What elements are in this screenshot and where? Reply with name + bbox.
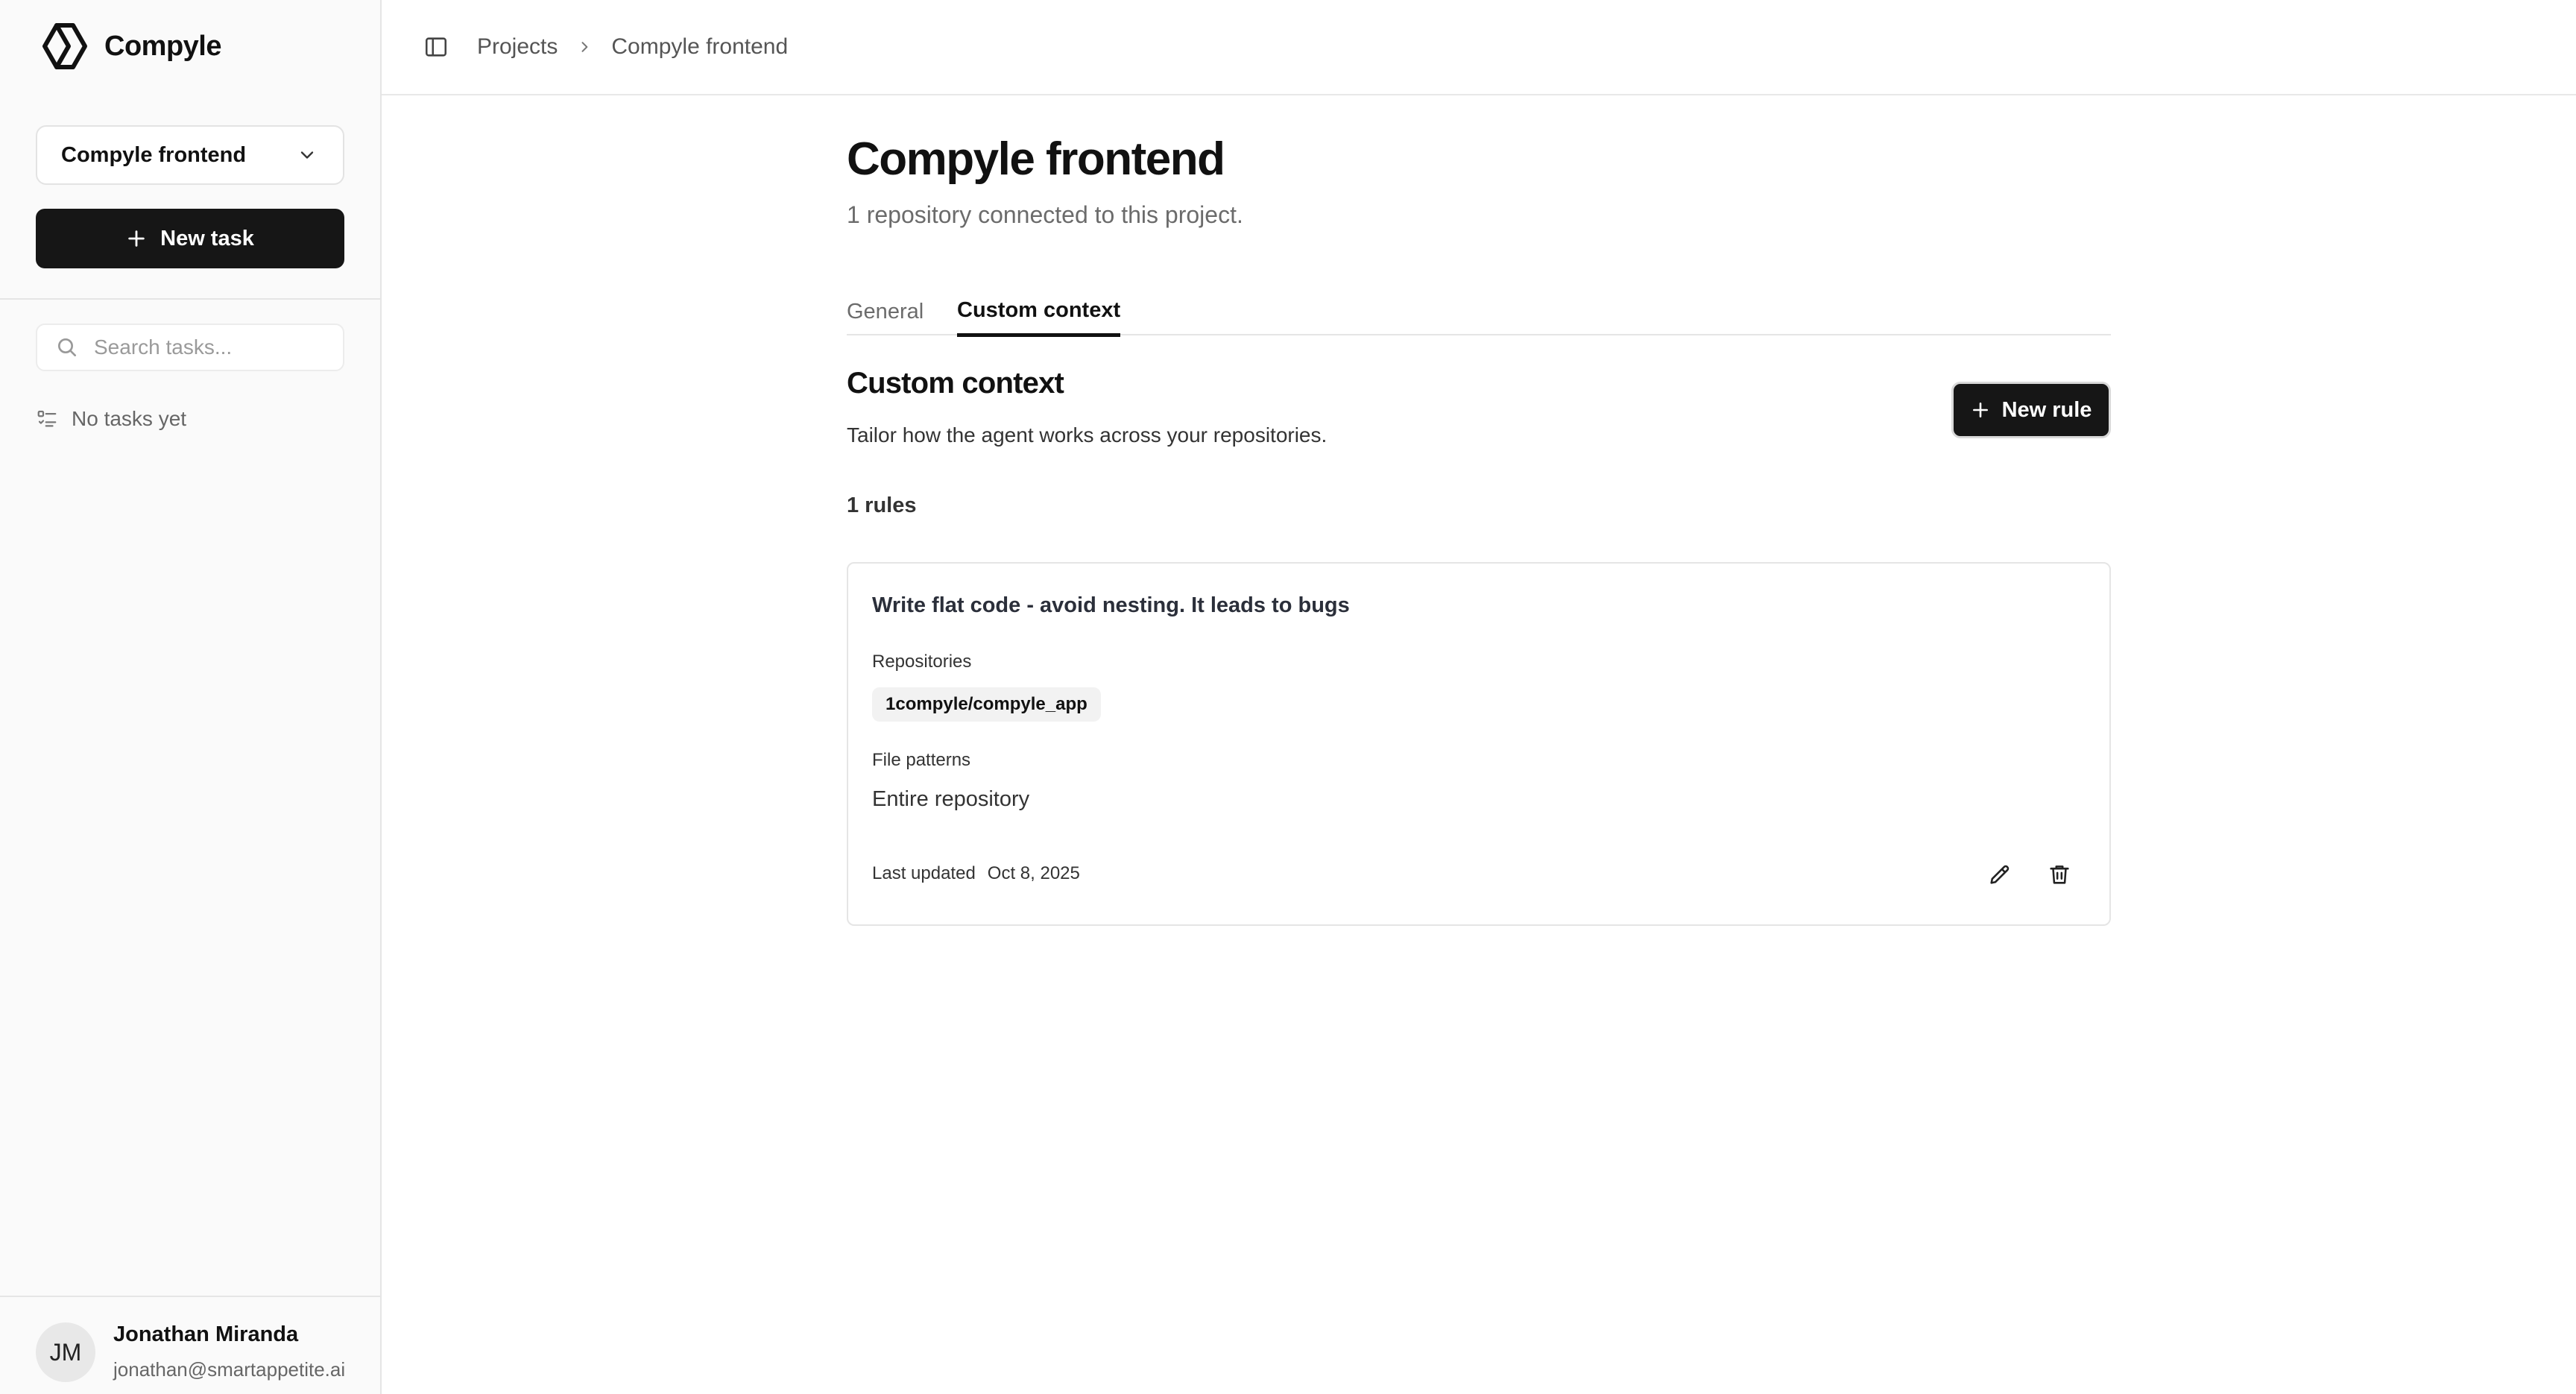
user-profile[interactable]: JM Jonathan Miranda jonathan@smartappeti… [0,1296,380,1394]
file-patterns-value: Entire repository [872,787,1030,811]
breadcrumb-projects[interactable]: Projects [477,34,558,60]
page-title: Compyle frontend [847,133,1225,185]
app-name: Compyle [104,30,221,62]
new-task-button[interactable]: New task [36,209,344,268]
last-updated: Last updated Oct 8, 2025 [872,863,1080,884]
tab-custom-context[interactable]: Custom context [957,283,1121,337]
chevron-right-icon [581,42,588,52]
repositories-label: Repositories [872,652,972,672]
tab-bar: General Custom context [847,283,2111,337]
user-name: Jonathan Miranda [113,1322,299,1346]
search-input[interactable] [94,335,332,359]
section-description: Tailor how the agent works across your r… [847,423,1328,447]
delete-rule-button[interactable] [2041,856,2078,893]
empty-tasks-label: No tasks yet [72,407,187,430]
compyle-logo-icon [42,23,87,69]
plus-icon [1972,403,1988,417]
tab-general[interactable]: General [847,283,924,335]
page-subtitle: 1 repository connected to this project. [847,201,1243,228]
search-icon [58,338,76,356]
project-selector-value: Compyle frontend [61,142,247,167]
sidebar-toggle-icon[interactable] [423,34,449,60]
breadcrumb: Projects Compyle frontend [477,30,788,64]
rule-title: Write flat code - avoid nesting. It lead… [872,593,1350,617]
search-box [36,324,344,371]
breadcrumb-current: Compyle frontend [611,34,789,59]
sidebar-divider [0,298,380,300]
chevron-down-icon [300,151,314,159]
new-rule-button[interactable]: New rule [1951,382,2111,438]
edit-rule-button[interactable] [1981,856,2018,893]
avatar: JM [36,1322,95,1382]
pencil-icon [1990,865,2010,884]
file-patterns-label: File patterns [872,750,971,770]
last-updated-label: Last updated [872,863,976,883]
task-list-icon [37,410,57,427]
last-updated-value: Oct 8, 2025 [987,863,1080,883]
rule-card: Write flat code - avoid nesting. It lead… [847,562,2111,926]
rules-count: 1 rules [847,493,917,517]
top-bar: Projects Compyle frontend [382,0,2576,95]
trash-icon [2050,865,2069,884]
repository-chip: 1compyle/compyle_app [872,687,1101,722]
plus-icon [128,230,145,247]
sidebar: Compyle Compyle frontend New task Search… [0,0,382,1394]
user-email: jonathan@smartappetite.ai [113,1358,346,1381]
brand[interactable]: Compyle [42,22,221,70]
section-title: Custom context [847,367,1064,400]
project-selector[interactable]: Compyle frontend [36,125,344,185]
app-window: Compyle Compyle frontend New task Search… [0,0,2576,1394]
new-rule-label: New rule [2001,397,2092,422]
empty-tasks-state: No tasks yet [36,404,186,434]
new-task-label: New task [160,226,254,250]
